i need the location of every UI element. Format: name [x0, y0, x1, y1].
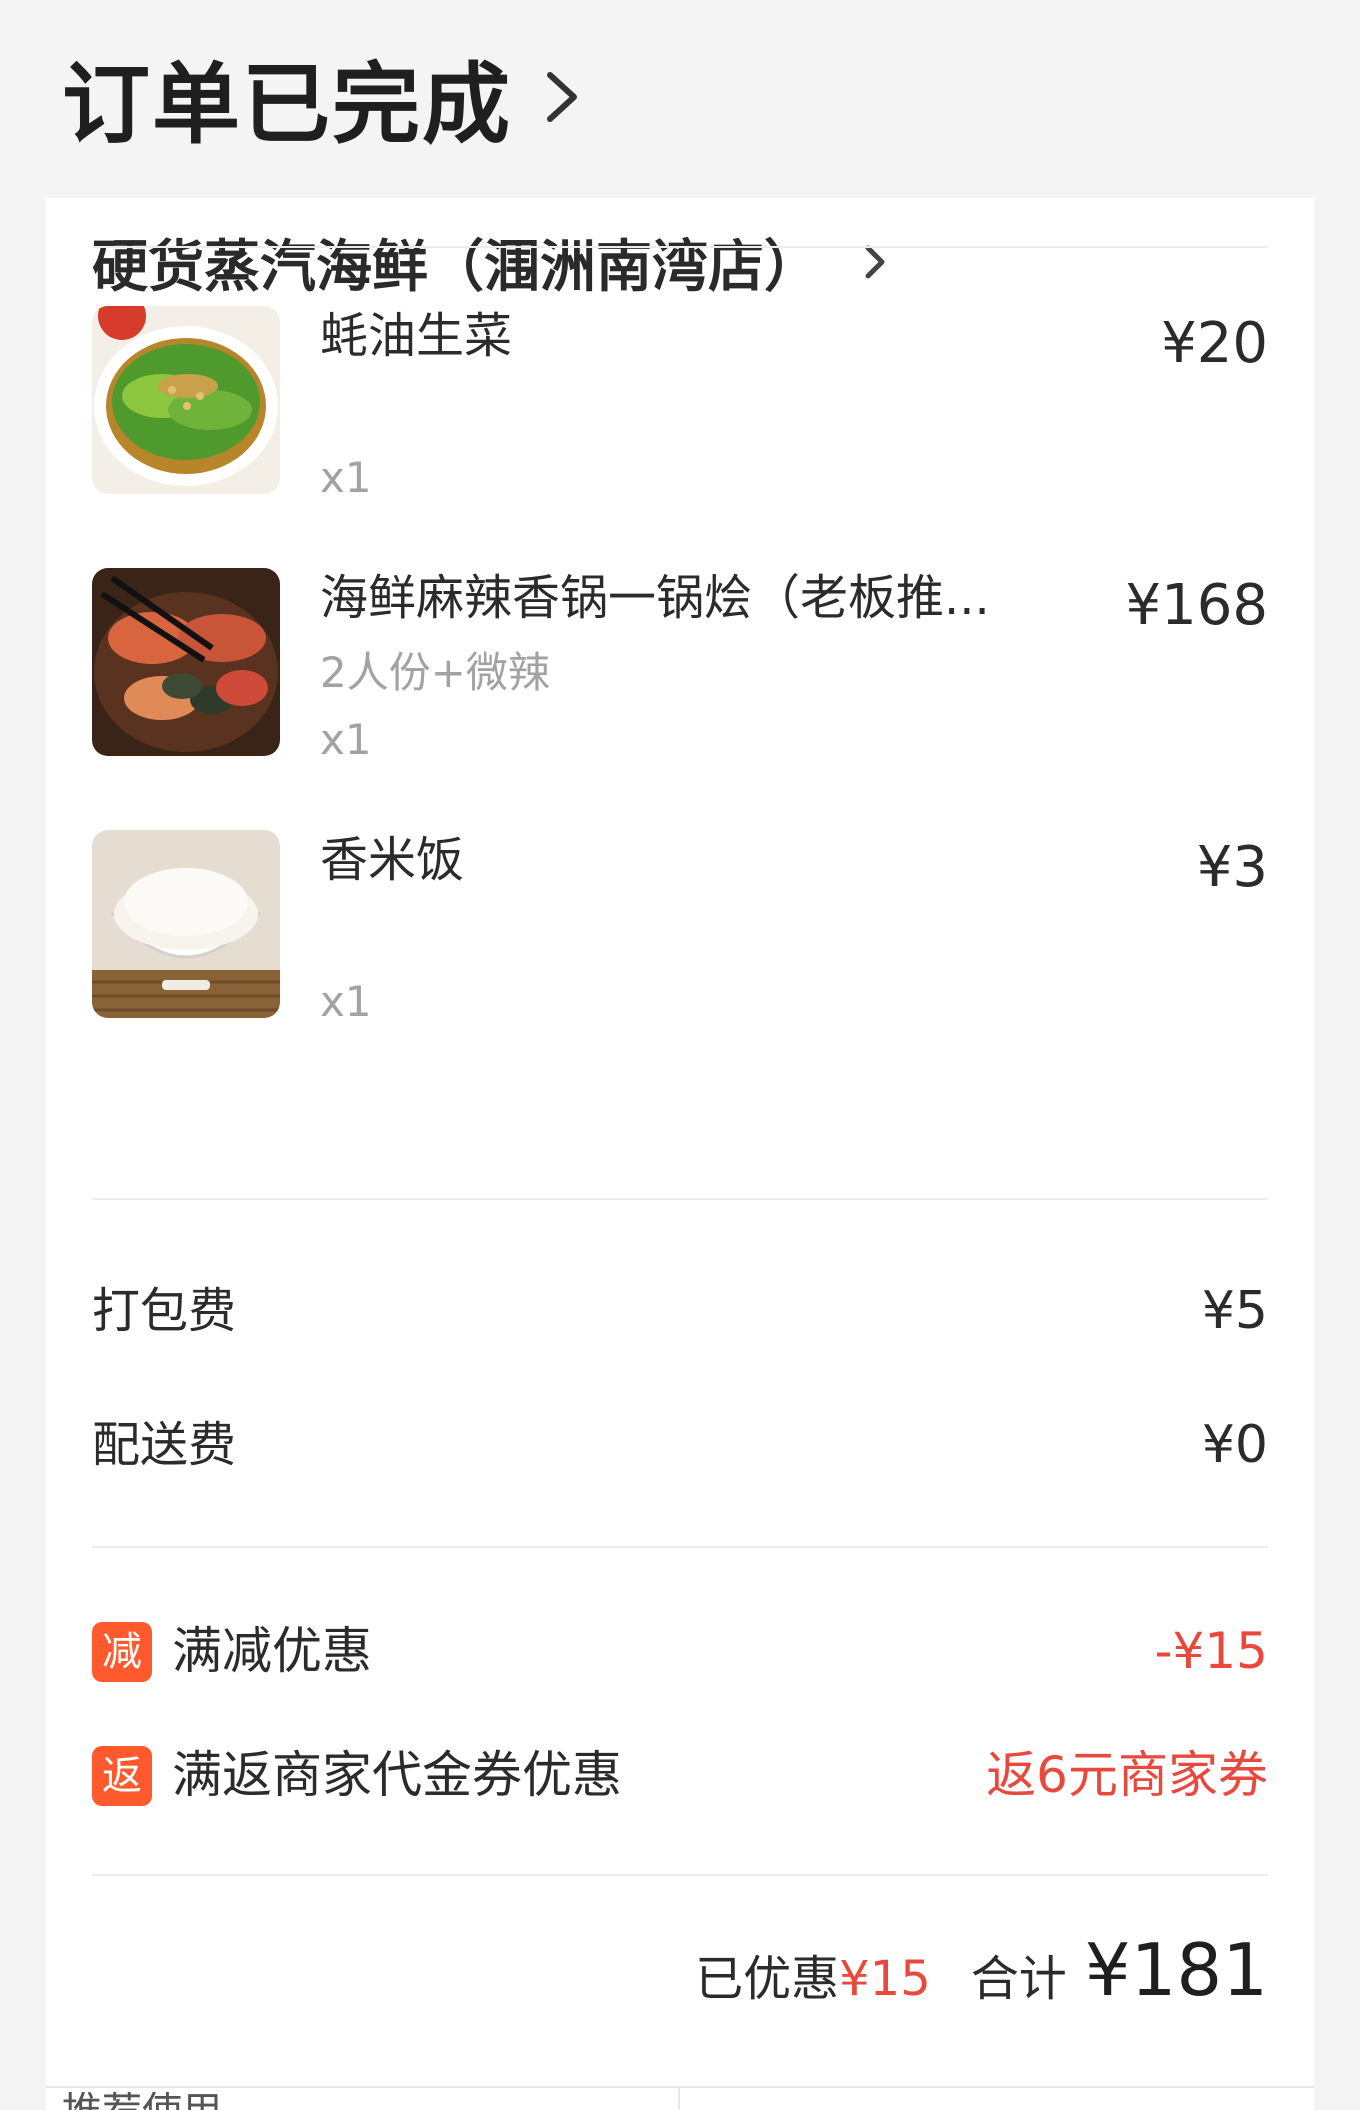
order-detail-card: 硬货蒸汽海鲜（涠洲南湾店） 蚝油生菜 x1 ¥20 海鲜麻辣香锅一锅烩（老板推.… — [46, 198, 1314, 2108]
cashback-badge-icon: 返 — [92, 1746, 152, 1806]
item-quantity: x1 — [320, 715, 372, 764]
divider — [92, 246, 1268, 248]
oyster-sauce-lettuce-image — [92, 306, 280, 494]
discount-promo-row: 减 满减优惠 -¥15 — [92, 1616, 1268, 1686]
item-quantity: x1 — [320, 977, 372, 1026]
promo-label: 满减优惠 — [172, 1622, 372, 1680]
divider — [92, 1198, 1268, 1200]
chevron-right-icon — [865, 245, 885, 279]
saved-label: 已优惠 — [695, 1951, 840, 2007]
store-link[interactable]: 硬货蒸汽海鲜（涠洲南湾店） — [92, 212, 886, 312]
promo-value: -¥15 — [1154, 1622, 1268, 1680]
chevron-right-icon — [547, 72, 578, 122]
item-name: 蚝油生菜 — [320, 308, 513, 364]
total-label: 合计 — [970, 1951, 1067, 2007]
item-quantity: x1 — [320, 453, 372, 502]
order-item[interactable]: 香米饭 x1 ¥3 — [92, 830, 1268, 1024]
total-amount: ¥181 — [1084, 1928, 1268, 2012]
item-price: ¥20 — [1161, 311, 1268, 376]
cashback-promo-row: 返 满返商家代金券优惠 返6元商家券 — [92, 1740, 1268, 1810]
order-status-header[interactable]: 订单已完成 — [62, 42, 582, 156]
page-title: 订单已完成 — [62, 52, 513, 156]
divider — [92, 1546, 1268, 1548]
store-name: 硬货蒸汽海鲜（涠洲南湾店） — [92, 234, 820, 300]
divider — [678, 2088, 680, 2110]
promo-label: 满返商家代金券优惠 — [172, 1746, 622, 1804]
fee-label: 打包费 — [92, 1283, 237, 1339]
order-item[interactable]: 海鲜麻辣香锅一锅烩（老板推... 2人份+微辣 x1 ¥168 — [92, 568, 1268, 762]
promo-value: 返6元商家券 — [986, 1746, 1268, 1804]
item-name: 海鲜麻辣香锅一锅烩（老板推... — [320, 570, 990, 626]
fragrant-rice-image — [92, 830, 280, 1018]
divider — [92, 1874, 1268, 1876]
order-total-row: 已优惠 ¥15 合计 ¥181 — [695, 1928, 1268, 2018]
saved-amount: ¥15 — [839, 1951, 931, 2007]
bottom-peek-text: 推荐使用 — [62, 2092, 222, 2110]
item-price: ¥168 — [1125, 573, 1268, 638]
fee-value: ¥5 — [1201, 1281, 1268, 1341]
delivery-fee-row: 配送费 ¥0 — [92, 1410, 1268, 1480]
packing-fee-row: 打包费 ¥5 — [92, 1276, 1268, 1346]
fee-value: ¥0 — [1201, 1415, 1268, 1475]
bottom-section-peek: 推荐使用 — [46, 2086, 1314, 2110]
item-name: 香米饭 — [320, 832, 465, 888]
item-spec: 2人份+微辣 — [320, 648, 550, 697]
discount-badge-icon: 减 — [92, 1622, 152, 1682]
seafood-spicy-pot-image — [92, 568, 280, 756]
fee-label: 配送费 — [92, 1417, 237, 1473]
order-item[interactable]: 蚝油生菜 x1 ¥20 — [92, 306, 1268, 500]
item-price: ¥3 — [1196, 835, 1268, 900]
